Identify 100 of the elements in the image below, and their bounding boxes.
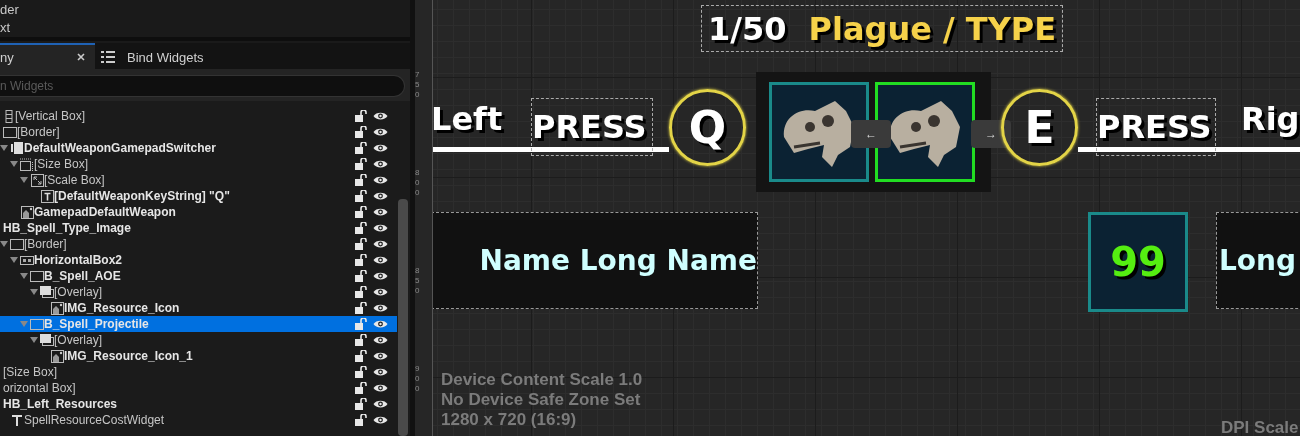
- ruler-number: 0: [415, 286, 421, 296]
- expand-arrow-icon[interactable]: [10, 256, 18, 264]
- eye-icon[interactable]: [373, 255, 388, 265]
- tree-item[interactable]: IMG_Resource_Icon: [0, 300, 397, 316]
- lock-icon[interactable]: [355, 398, 367, 410]
- tree-item[interactable]: [Size Box]: [0, 364, 397, 380]
- lock-icon[interactable]: [355, 126, 367, 138]
- tree-item-label: B_Spell_AOE: [44, 269, 121, 283]
- arrow-button[interactable]: →: [971, 120, 1011, 148]
- expand-arrow-icon[interactable]: [30, 336, 38, 344]
- scrollbar-thumb[interactable]: [398, 199, 408, 436]
- tree-item[interactable]: HB_Spell_Type_Image: [0, 220, 397, 236]
- tree-item[interactable]: HB_Left_Resources: [0, 396, 397, 412]
- eye-icon[interactable]: [373, 335, 388, 345]
- lock-icon[interactable]: [355, 206, 367, 218]
- overlay-icon: [40, 286, 54, 298]
- palette-item[interactable]: xt: [0, 19, 410, 37]
- eye-icon[interactable]: [373, 383, 388, 393]
- tree-item[interactable]: [Scale Box]: [0, 172, 397, 188]
- spell-slot[interactable]: [769, 82, 869, 182]
- eye-icon[interactable]: [373, 111, 388, 121]
- tree-item[interactable]: [DefaultWeaponKeyString] "Q": [0, 188, 397, 204]
- tree-item[interactable]: GamepadDefaultWeapon: [0, 204, 397, 220]
- eye-icon[interactable]: [373, 271, 388, 281]
- ruler-number: 9: [415, 364, 421, 374]
- lock-icon[interactable]: [355, 110, 367, 122]
- lock-icon[interactable]: [355, 174, 367, 186]
- image-icon: [20, 205, 34, 219]
- tree-item[interactable]: IMG_Resource_Icon_1: [0, 348, 397, 364]
- stack-icon: [11, 142, 23, 154]
- expand-arrow-icon[interactable]: [0, 240, 8, 248]
- eye-icon[interactable]: [373, 319, 388, 329]
- expand-arrow-icon[interactable]: [30, 288, 38, 296]
- border-icon: [10, 238, 24, 250]
- palette-item[interactable]: der: [0, 1, 410, 19]
- tree-item[interactable]: B_Spell_AOE: [0, 268, 397, 284]
- resource-count: 99: [1110, 239, 1166, 285]
- ruler-number: 8: [415, 266, 421, 276]
- tree-item[interactable]: HorizontalBox2: [0, 252, 397, 268]
- lock-icon[interactable]: [355, 158, 367, 170]
- hint-label: Left: [433, 100, 503, 138]
- lock-icon[interactable]: [355, 286, 367, 298]
- eye-icon[interactable]: [373, 239, 388, 249]
- tree-item-label: IMG_Resource_Icon: [64, 301, 180, 315]
- lock-icon[interactable]: [355, 302, 367, 314]
- tree-item[interactable]: [Border]: [0, 236, 397, 252]
- eye-icon[interactable]: [373, 351, 388, 361]
- panel-tab[interactable]: ny: [0, 43, 95, 69]
- tree-item[interactable]: DefaultWeaponGamepadSwitcher: [0, 140, 397, 156]
- search-field[interactable]: n Widgets: [0, 75, 405, 97]
- lock-icon[interactable]: [355, 382, 367, 394]
- tree-item[interactable]: orizontal Box]: [0, 380, 397, 396]
- ruler-number: 0: [415, 188, 421, 198]
- expand-arrow-icon[interactable]: [20, 272, 28, 280]
- border-icon: [30, 270, 44, 282]
- lock-icon[interactable]: [355, 238, 367, 250]
- lock-icon[interactable]: [355, 414, 367, 426]
- expand-arrow-icon[interactable]: [10, 160, 18, 168]
- eye-icon[interactable]: [373, 415, 388, 425]
- key-label: E: [1024, 102, 1055, 153]
- eye-icon[interactable]: [373, 399, 388, 409]
- eye-icon[interactable]: [373, 287, 388, 297]
- eye-icon[interactable]: [373, 143, 388, 153]
- eye-icon[interactable]: [373, 367, 388, 377]
- eye-icon[interactable]: [373, 191, 388, 201]
- list-icon: [101, 51, 115, 63]
- lock-icon[interactable]: [355, 190, 367, 202]
- tree-item[interactable]: B_Spell_Projectile: [0, 316, 397, 332]
- close-icon[interactable]: [77, 53, 85, 61]
- tree-item[interactable]: [Vertical Box]: [0, 108, 397, 124]
- lock-icon[interactable]: [355, 350, 367, 362]
- tree-item-label: [Size Box]: [3, 365, 58, 379]
- eye-icon[interactable]: [373, 303, 388, 313]
- horizontal-box-icon: [20, 255, 34, 265]
- eye-icon[interactable]: [373, 127, 388, 137]
- lock-icon[interactable]: [355, 142, 367, 154]
- lock-icon[interactable]: [355, 270, 367, 282]
- lock-icon[interactable]: [355, 334, 367, 346]
- eye-icon[interactable]: [373, 175, 388, 185]
- tree-item-label: IMG_Resource_Icon_1: [64, 349, 193, 363]
- tree-item[interactable]: [Overlay]: [0, 332, 397, 348]
- eye-icon[interactable]: [373, 207, 388, 217]
- image-icon: [50, 349, 64, 363]
- eye-icon[interactable]: [373, 159, 388, 169]
- arrow-button[interactable]: ←: [851, 120, 891, 148]
- expand-arrow-icon[interactable]: [20, 176, 28, 184]
- eye-icon[interactable]: [373, 223, 388, 233]
- tree-item[interactable]: [Size Box]: [0, 156, 397, 172]
- tree-item-label: HB_Spell_Type_Image: [3, 221, 131, 235]
- expand-arrow-icon[interactable]: [0, 144, 8, 152]
- tree-item[interactable]: [Overlay]: [0, 284, 397, 300]
- panel-tab[interactable]: Bind Widgets: [95, 43, 214, 69]
- tree-item-label: B_Spell_Projectile: [44, 317, 149, 331]
- lock-icon[interactable]: [355, 254, 367, 266]
- spell-slot[interactable]: [875, 82, 975, 182]
- widget-icon: [12, 414, 22, 426]
- tree-item[interactable]: [Border]: [0, 124, 397, 140]
- lock-icon[interactable]: [355, 366, 367, 378]
- tree-item[interactable]: SpellResourceCostWidget: [0, 412, 397, 428]
- lock-icon[interactable]: [355, 222, 367, 234]
